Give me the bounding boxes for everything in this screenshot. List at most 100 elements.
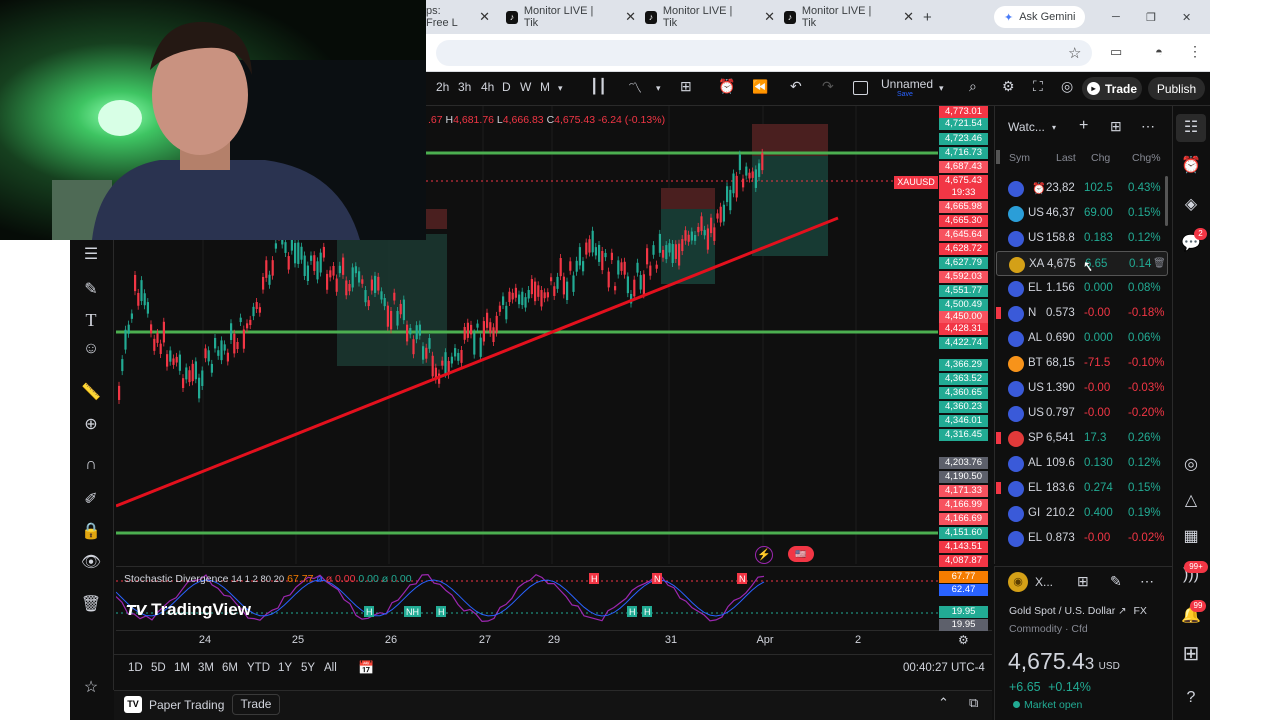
watchlist-row[interactable]: EL 1.156 0.000 0.08% bbox=[996, 276, 1168, 301]
browser-menu-icon[interactable]: ⋮ bbox=[1188, 43, 1202, 60]
goto-date-icon[interactable]: 📅 bbox=[358, 660, 374, 676]
interval-2h[interactable]: 2h bbox=[436, 80, 449, 94]
advanced-view-icon[interactable]: ⊞ bbox=[1110, 118, 1122, 135]
trash-icon[interactable]: 🗑 bbox=[80, 594, 102, 616]
range-5y[interactable]: 5Y bbox=[301, 662, 315, 674]
text-tool-icon[interactable]: T bbox=[80, 310, 102, 332]
detail-grid-icon[interactable]: ⊞ bbox=[1077, 573, 1089, 590]
templates-icon[interactable]: ⊞ bbox=[680, 78, 692, 95]
close-tab-icon[interactable]: ✕ bbox=[764, 9, 775, 25]
browser-tab[interactable]: ♪ Monitor LIVE | Tik ✕ bbox=[645, 5, 775, 29]
lightning-event-icon[interactable]: ⚡ bbox=[755, 546, 773, 564]
close-tab-icon[interactable]: ✕ bbox=[479, 9, 490, 25]
stay-drawing-icon[interactable]: ✐ bbox=[80, 489, 102, 511]
col-header-sym[interactable]: Sym bbox=[1009, 152, 1030, 164]
watchlist-row[interactable]: GI 210.2 0.400 0.19% bbox=[996, 501, 1168, 526]
watchlist-row[interactable]: EL 183.6 0.274 0.15% bbox=[996, 476, 1168, 501]
browser-tab[interactable]: ♪ Monitor LIVE | Tik ✕ bbox=[784, 5, 914, 29]
external-link-icon[interactable]: ↗ bbox=[1118, 606, 1126, 617]
detail-short-name[interactable]: X... bbox=[1035, 575, 1053, 589]
magnet-icon[interactable]: ∩ bbox=[80, 456, 102, 478]
watchlist-row[interactable]: US 0.797 -0.00 -0.20% bbox=[996, 401, 1168, 426]
browser-tab[interactable]: ♪ Monitor LIVE | Tik ✕ bbox=[506, 5, 636, 29]
pyramid-icon[interactable]: △ bbox=[1180, 490, 1202, 512]
add-symbol-icon[interactable]: + bbox=[1079, 117, 1088, 135]
brush-tool-icon[interactable]: ✎ bbox=[80, 279, 102, 301]
chart-clock[interactable]: 00:40:27 UTC-4 bbox=[903, 662, 985, 674]
watchlist-row[interactable]: US 1.390 -0.00 -0.03% bbox=[996, 376, 1168, 401]
lock-icon[interactable]: 🔒 bbox=[80, 521, 102, 543]
axis-settings-icon[interactable]: ⚙ bbox=[958, 633, 969, 647]
watchlist-title[interactable]: Watc... bbox=[1008, 120, 1045, 134]
apps-grid-icon[interactable]: ⊞ bbox=[1180, 641, 1202, 665]
ruler-tool-icon[interactable]: 📏 bbox=[80, 382, 102, 404]
col-header-chg[interactable]: Chg bbox=[1091, 152, 1110, 164]
bookmark-star-icon[interactable]: ☆ bbox=[1068, 44, 1081, 62]
watchlist-row[interactable]: SP 6,541 17.3 0.26% bbox=[996, 426, 1168, 451]
zoom-in-icon[interactable]: ⊕ bbox=[80, 414, 102, 436]
interval-m[interactable]: M bbox=[540, 80, 550, 94]
economic-event-icon[interactable]: 🇺🇸 bbox=[788, 546, 814, 562]
fullscreen-icon[interactable]: ⛶ bbox=[1033, 78, 1043, 95]
maximize-panel-icon[interactable]: ⧉ bbox=[969, 695, 978, 711]
range-1m[interactable]: 1M bbox=[174, 662, 190, 674]
close-tab-icon[interactable]: ✕ bbox=[625, 9, 636, 25]
settings-gear-icon[interactable]: ⚙ bbox=[1002, 78, 1015, 95]
minimize-button[interactable]: ─ bbox=[1112, 5, 1120, 29]
col-header-chg-pct[interactable]: Chg% bbox=[1132, 152, 1161, 164]
replay-icon[interactable]: ⏪ bbox=[752, 79, 768, 95]
range-ytd[interactable]: YTD bbox=[247, 662, 270, 674]
watchlist-row[interactable]: ⏰ 23,82 102.5 0.43% bbox=[996, 176, 1168, 201]
quick-search-icon[interactable]: ⌕ bbox=[969, 78, 977, 95]
remove-symbol-icon[interactable]: 🗑 bbox=[1153, 258, 1166, 269]
expand-panel-icon[interactable]: ⌃ bbox=[938, 695, 949, 711]
publish-button[interactable]: Publish bbox=[1148, 77, 1205, 100]
alerts-clock-icon[interactable]: ⏰ bbox=[1180, 155, 1202, 177]
indicators-icon[interactable]: 〽 bbox=[628, 78, 642, 98]
fib-tool-icon[interactable]: ☰ bbox=[80, 244, 102, 266]
trade-button[interactable]: ▸ Trade bbox=[1082, 77, 1142, 100]
interval-w[interactable]: W bbox=[520, 80, 531, 94]
emoji-tool-icon[interactable]: ☺ bbox=[80, 340, 102, 362]
watchlist-scrollbar[interactable] bbox=[1165, 176, 1168, 226]
target-icon[interactable]: ◎ bbox=[1180, 454, 1202, 476]
range-6m[interactable]: 6M bbox=[222, 662, 238, 674]
url-input[interactable] bbox=[436, 40, 1092, 66]
close-tab-icon[interactable]: ✕ bbox=[903, 9, 914, 25]
watchlist-dropdown-icon[interactable]: ▾ bbox=[1052, 123, 1056, 132]
layout-name[interactable]: Unnamed bbox=[881, 77, 933, 91]
detail-edit-icon[interactable]: ✎ bbox=[1110, 573, 1122, 590]
object-tree-layers-icon[interactable]: ◈ bbox=[1180, 194, 1202, 216]
oscillator-name[interactable]: Stochastic Divergence bbox=[124, 573, 228, 585]
watchlist-row[interactable]: AL 0.690 0.000 0.06% bbox=[996, 326, 1168, 351]
calendar-icon[interactable]: ▦ bbox=[1180, 526, 1202, 548]
interval-3h[interactable]: 3h bbox=[458, 80, 471, 94]
layout-checkbox-icon[interactable] bbox=[853, 81, 868, 95]
browser-tab[interactable]: ps: Free L ✕ bbox=[426, 5, 490, 29]
watchlist-row[interactable]: BT 68,15 -71.5 -0.10% bbox=[996, 351, 1168, 376]
profile-icon[interactable]: ◓ bbox=[1155, 44, 1163, 59]
favorites-star-icon[interactable]: ☆ bbox=[80, 677, 102, 699]
indicators-dropdown-icon[interactable]: ▾ bbox=[656, 83, 661, 94]
range-all[interactable]: All bbox=[324, 662, 337, 674]
ask-gemini-button[interactable]: ✦ Ask Gemini bbox=[994, 6, 1086, 28]
watchlist-row[interactable]: US 158.8 0.183 0.12% bbox=[996, 226, 1168, 251]
watchlist-row[interactable]: US 46,37 69.00 0.15% bbox=[996, 201, 1168, 226]
watchlist-panel-icon[interactable]: ☷ bbox=[1180, 117, 1202, 139]
paper-trading-label[interactable]: Paper Trading bbox=[149, 698, 224, 712]
bottom-trade-button[interactable]: Trade bbox=[232, 694, 280, 715]
new-tab-button[interactable]: + bbox=[923, 5, 932, 29]
alert-icon[interactable]: ⏰ bbox=[718, 78, 735, 95]
help-icon[interactable]: ? bbox=[1180, 689, 1202, 711]
interval-d[interactable]: D bbox=[502, 80, 511, 94]
watchlist-row[interactable]: EL 0.873 -0.00 -0.02% bbox=[996, 526, 1168, 551]
side-panel-icon[interactable]: ▭ bbox=[1110, 44, 1122, 60]
snapshot-icon[interactable]: ◎ bbox=[1061, 78, 1073, 95]
range-1d[interactable]: 1D bbox=[128, 662, 143, 674]
range-1y[interactable]: 1Y bbox=[278, 662, 292, 674]
maximize-button[interactable]: ❐ bbox=[1146, 5, 1156, 29]
layout-dropdown-icon[interactable]: ▾ bbox=[939, 83, 944, 94]
watchlist-more-icon[interactable]: ⋯ bbox=[1141, 118, 1155, 135]
col-header-last[interactable]: Last bbox=[1056, 152, 1076, 164]
redo-icon[interactable]: ↷ bbox=[822, 78, 834, 95]
